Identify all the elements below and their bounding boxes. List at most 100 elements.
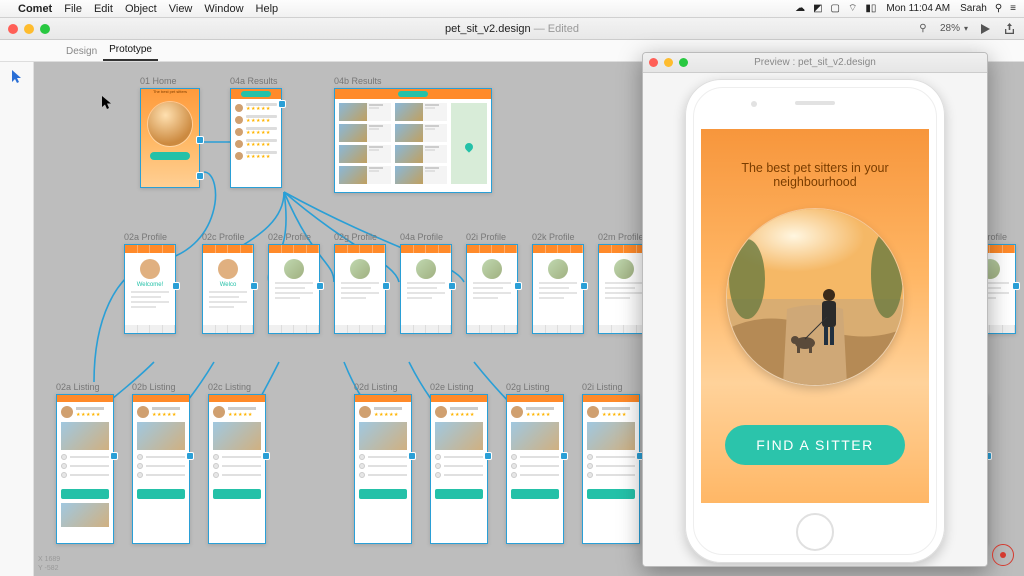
artboard-profile[interactable] xyxy=(532,244,584,334)
artboard-label: 02a Listing xyxy=(56,382,114,392)
contact-button[interactable] xyxy=(587,489,635,499)
contact-button[interactable] xyxy=(61,489,109,499)
wire-handle[interactable] xyxy=(172,282,180,290)
hero-image xyxy=(727,209,903,385)
contact-button[interactable] xyxy=(137,489,185,499)
wire-handle[interactable] xyxy=(484,452,492,460)
phone-camera-icon xyxy=(751,101,757,107)
window-controls[interactable] xyxy=(8,24,50,34)
wire-handle[interactable] xyxy=(262,452,270,460)
artboard-listing[interactable]: ★★★★★ xyxy=(430,394,488,544)
artboard-listing[interactable]: ★★★★★ xyxy=(354,394,412,544)
menu-edit[interactable]: Edit xyxy=(94,3,113,15)
play-icon[interactable] xyxy=(978,22,992,36)
artboard-label: 04a Profile xyxy=(400,232,452,242)
menu-extra-icon[interactable]: ≡ xyxy=(1010,3,1016,14)
contact-button[interactable] xyxy=(511,489,559,499)
preview-body: The best pet sitters in your neighbourho… xyxy=(643,73,987,566)
artboard-listing[interactable]: ★★★★★ xyxy=(506,394,564,544)
artboard-label: 02b Listing xyxy=(132,382,190,392)
wire-handle[interactable] xyxy=(514,282,522,290)
menu-app[interactable]: Comet xyxy=(18,3,52,15)
display-icon: ◩ xyxy=(813,3,822,14)
canvas-coords: X 1689 Y -582 xyxy=(38,556,60,573)
close-icon[interactable] xyxy=(8,24,18,34)
menu-help[interactable]: Help xyxy=(256,3,279,15)
zoom-icon[interactable] xyxy=(40,24,50,34)
artboard-home[interactable]: The best pet sitters xyxy=(140,88,200,188)
artboard-label: 02d Listing xyxy=(354,382,412,392)
artboard-profile[interactable] xyxy=(466,244,518,334)
artboard-label: 02c Listing xyxy=(208,382,266,392)
wire-handle[interactable] xyxy=(186,452,194,460)
artboard-label: 02e Profile xyxy=(268,232,320,242)
iphone-mock: The best pet sitters in your neighbourho… xyxy=(685,79,945,563)
wire-handle[interactable] xyxy=(408,452,416,460)
menubar-user[interactable]: Sarah xyxy=(960,3,987,14)
artboard-label: 02i Listing xyxy=(582,382,640,392)
artboard-results-a[interactable]: ★★★★★ ★★★★★ ★★★★★ ★★★★★ ★★★★★ xyxy=(230,88,282,188)
contact-button[interactable] xyxy=(435,489,483,499)
map-preview xyxy=(451,103,487,184)
artboard-listing[interactable]: ★★★★★ xyxy=(582,394,640,544)
phone-home-button-icon[interactable] xyxy=(796,513,834,551)
airplay-icon: ▢ xyxy=(831,3,840,14)
zoom-control[interactable]: 28% ▾ xyxy=(940,23,968,34)
wire-handle[interactable] xyxy=(382,282,390,290)
menu-window[interactable]: Window xyxy=(204,3,243,15)
tab-design[interactable]: Design xyxy=(60,42,103,61)
screen-tagline: The best pet sitters in your neighbourho… xyxy=(701,161,929,189)
wire-handle[interactable] xyxy=(278,100,286,108)
wire-handle[interactable] xyxy=(196,136,204,144)
find-sitter-button[interactable] xyxy=(150,152,190,160)
artboard-label: 02i Profile xyxy=(466,232,518,242)
cloud-icon: ☁ xyxy=(795,3,805,14)
select-tool-icon[interactable] xyxy=(8,68,26,86)
artboard-label: 02e Listing xyxy=(430,382,488,392)
artboard-label: 02g Profile xyxy=(334,232,386,242)
tool-rail xyxy=(0,62,34,576)
artboard-label: 02k Profile xyxy=(532,232,584,242)
artboard-listing[interactable]: ★★★★★ xyxy=(132,394,190,544)
wire-handle[interactable] xyxy=(448,282,456,290)
wire-handle[interactable] xyxy=(560,452,568,460)
artboard-profile[interactable] xyxy=(268,244,320,334)
wire-handle[interactable] xyxy=(316,282,324,290)
phone-screen[interactable]: The best pet sitters in your neighbourho… xyxy=(701,129,929,503)
artboard-profile[interactable]: Welco xyxy=(202,244,254,334)
wire-handle[interactable] xyxy=(110,452,118,460)
wire-handle[interactable] xyxy=(580,282,588,290)
record-indicator-icon xyxy=(992,544,1014,566)
chevron-down-icon: ▾ xyxy=(964,24,968,33)
wifi-icon: ⌔ xyxy=(848,2,857,15)
menu-file[interactable]: File xyxy=(64,3,82,15)
menu-object[interactable]: Object xyxy=(125,3,157,15)
share-icon[interactable] xyxy=(1002,22,1016,36)
home-tagline: The best pet sitters xyxy=(141,89,199,94)
spotlight-icon[interactable]: ⚲ xyxy=(995,3,1002,14)
search-icon[interactable]: ⚲ xyxy=(916,22,930,36)
wire-handle[interactable] xyxy=(250,282,258,290)
welcome-text: Welco xyxy=(203,282,253,288)
wire-handle[interactable] xyxy=(1012,282,1020,290)
contact-button[interactable] xyxy=(213,489,261,499)
artboard-label: 02c Profile xyxy=(202,232,254,242)
artboard-profile[interactable]: Welcome! xyxy=(124,244,176,334)
artboard-listing[interactable]: ★★★★★ xyxy=(208,394,266,544)
mouse-cursor-icon xyxy=(102,96,113,110)
artboard-results-b[interactable] xyxy=(334,88,492,193)
preview-window[interactable]: Preview : pet_sit_v2.design The best pet… xyxy=(642,52,988,567)
artboard-label: 01 Home xyxy=(140,76,200,86)
menu-view[interactable]: View xyxy=(169,3,193,15)
find-sitter-button[interactable]: FIND A SITTER xyxy=(725,425,905,465)
hero-image xyxy=(148,102,192,146)
menubar-time: Mon 11:04 AM xyxy=(886,3,950,14)
minimize-icon[interactable] xyxy=(24,24,34,34)
contact-button[interactable] xyxy=(359,489,407,499)
preview-titlebar[interactable]: Preview : pet_sit_v2.design xyxy=(643,53,987,73)
tab-prototype[interactable]: Prototype xyxy=(103,40,158,61)
artboard-profile[interactable] xyxy=(400,244,452,334)
wire-handle[interactable] xyxy=(196,172,204,180)
artboard-listing[interactable]: ★★★★★ xyxy=(56,394,114,544)
artboard-profile[interactable] xyxy=(334,244,386,334)
